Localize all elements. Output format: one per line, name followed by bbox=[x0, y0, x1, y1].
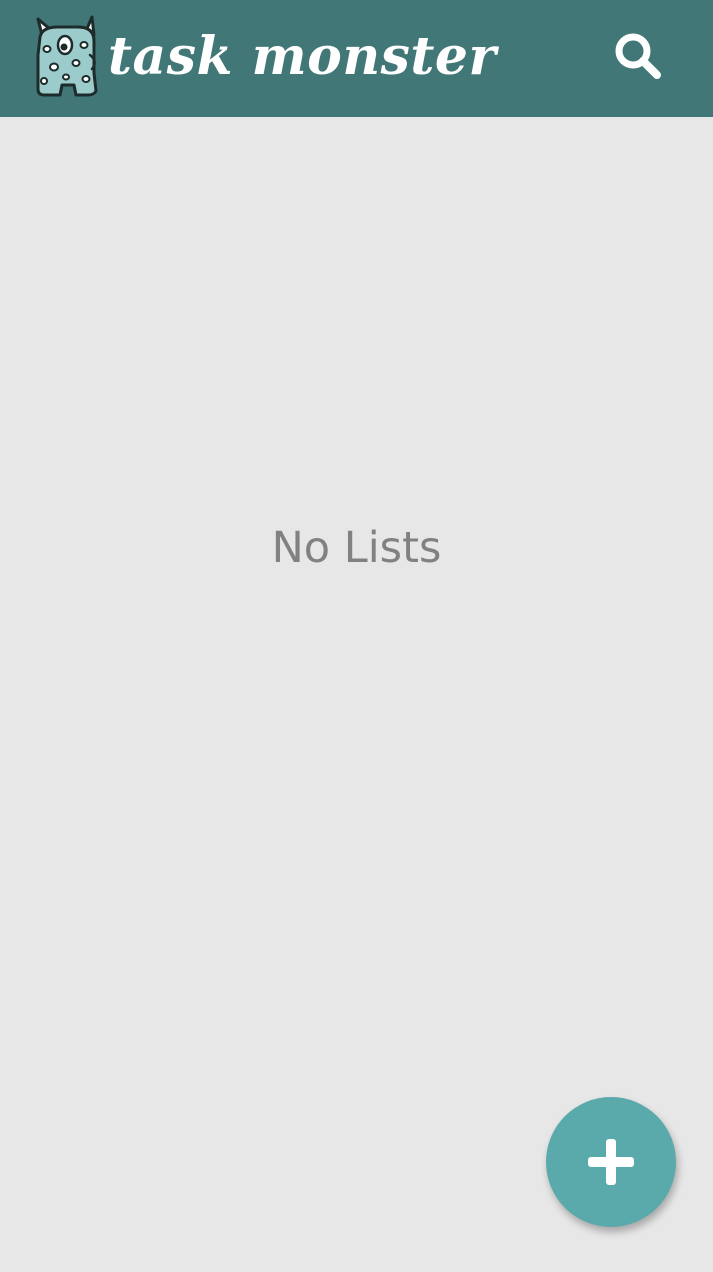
search-button[interactable] bbox=[606, 24, 670, 88]
app-title: task monster bbox=[108, 26, 497, 87]
app-bar: task monster bbox=[0, 0, 713, 117]
add-list-button[interactable] bbox=[546, 1097, 676, 1227]
empty-state-message: No Lists bbox=[271, 523, 442, 573]
monster-logo-icon bbox=[34, 15, 98, 97]
search-icon bbox=[615, 33, 661, 79]
plus-icon bbox=[588, 1139, 634, 1185]
